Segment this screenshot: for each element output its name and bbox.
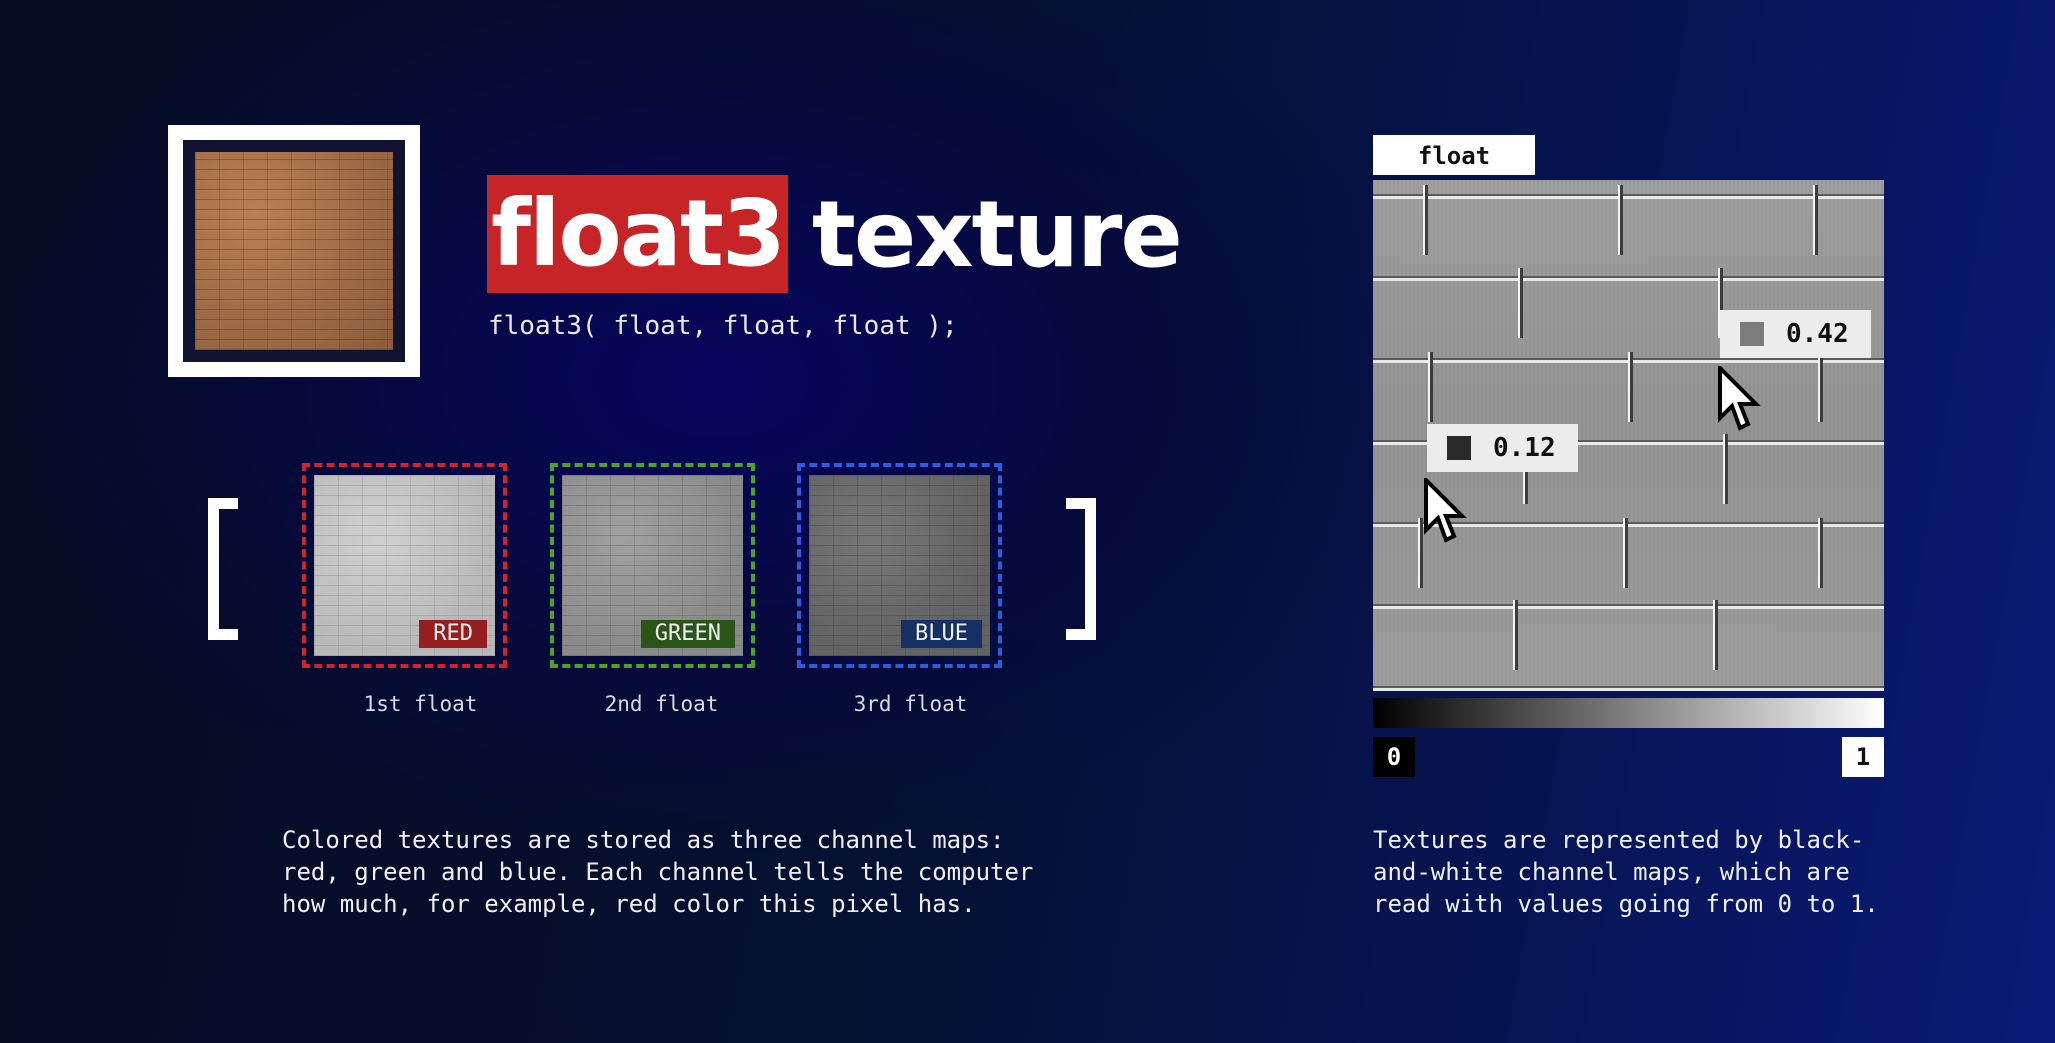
- mouse-pointer-icon: [1718, 366, 1761, 431]
- green-channel-tag: GREEN: [640, 620, 735, 648]
- red-channel-tag: RED: [419, 620, 487, 648]
- red-channel-caption: 1st float: [363, 692, 478, 716]
- blue-channel-tag: BLUE: [901, 620, 982, 648]
- scale-min-label: 0: [1373, 737, 1415, 777]
- blue-channel-map: BLUE: [797, 463, 1002, 668]
- right-bracket: [1066, 498, 1096, 640]
- readout-value: 0.42: [1786, 319, 1849, 349]
- sample-readout-low: 0.12: [1427, 424, 1578, 472]
- readout-swatch: [1447, 436, 1471, 460]
- code-signature: float3( float, float, float );: [488, 311, 958, 341]
- title-rest: texture: [811, 180, 1183, 288]
- page-title: float3 texture: [487, 175, 1183, 293]
- blue-channel-caption: 3rd float: [853, 692, 968, 716]
- green-channel-map: GREEN: [550, 463, 755, 668]
- channel-description: Colored textures are stored as three cha…: [282, 826, 1034, 918]
- readout-swatch: [1740, 322, 1764, 346]
- sample-readout-high: 0.42: [1720, 310, 1871, 358]
- red-channel-map: RED: [302, 463, 507, 668]
- mouse-pointer-icon: [1424, 478, 1467, 543]
- left-bracket: [208, 498, 238, 640]
- green-channel-caption: 2nd float: [604, 692, 719, 716]
- float-tab-label: float: [1373, 135, 1535, 175]
- value-gradient-bar: [1373, 698, 1884, 728]
- title-highlight: float3: [487, 175, 788, 293]
- readout-value: 0.12: [1493, 433, 1556, 463]
- color-texture-thumbnail: [168, 125, 420, 377]
- grayscale-description: Textures are represented by black-and-wh…: [1373, 826, 1879, 918]
- brick-texture-image: [195, 152, 393, 350]
- scale-max-label: 1: [1842, 737, 1884, 777]
